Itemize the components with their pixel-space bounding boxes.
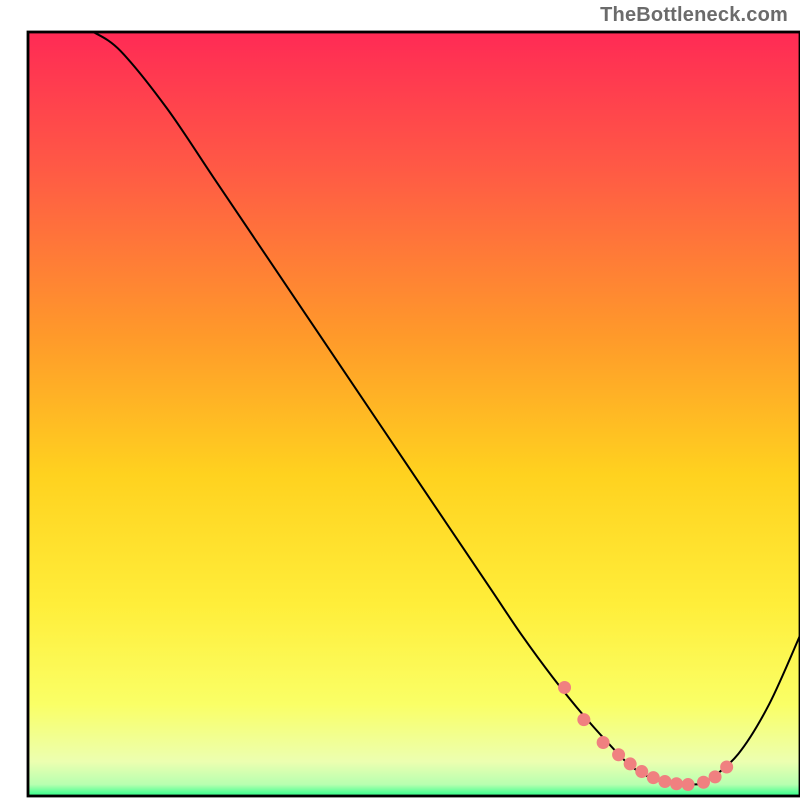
sweet-spot-dot: [577, 713, 590, 726]
sweet-spot-dot: [720, 760, 733, 773]
sweet-spot-dot: [635, 765, 648, 778]
sweet-spot-dot: [658, 775, 671, 788]
chart-canvas: TheBottleneck.com: [0, 0, 800, 800]
sweet-spot-dot: [670, 777, 683, 790]
sweet-spot-dot: [612, 748, 625, 761]
sweet-spot-dot: [558, 681, 571, 694]
sweet-spot-dot: [624, 757, 637, 770]
sweet-spot-dot: [597, 736, 610, 749]
sweet-spot-dot: [709, 770, 722, 783]
sweet-spot-dot: [697, 776, 710, 789]
gradient-background: [28, 32, 800, 796]
sweet-spot-dot: [647, 771, 660, 784]
sweet-spot-dot: [682, 778, 695, 791]
chart-svg: [0, 0, 800, 800]
